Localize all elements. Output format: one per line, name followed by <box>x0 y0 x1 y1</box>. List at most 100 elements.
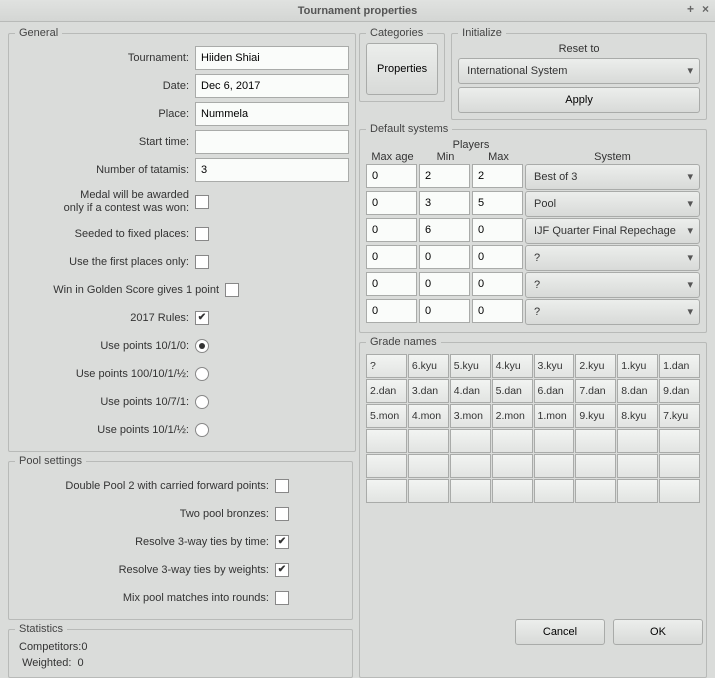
system-select[interactable]: IJF Quarter Final Repechage <box>525 218 700 244</box>
system-select[interactable]: ? <box>525 272 700 298</box>
maxage-input[interactable] <box>366 164 417 188</box>
maxage-input[interactable] <box>366 272 417 296</box>
grade-cell[interactable]: 9.dan <box>659 379 700 403</box>
grade-cell[interactable]: 6.kyu <box>408 354 449 378</box>
grade-cell[interactable]: 2.kyu <box>575 354 616 378</box>
grade-cell[interactable] <box>617 479 658 503</box>
grade-cell[interactable]: 2.mon <box>492 404 533 428</box>
grade-cell[interactable]: 9.kyu <box>575 404 616 428</box>
ok-button[interactable]: OK <box>613 619 703 645</box>
min-input[interactable] <box>419 299 470 323</box>
grade-cell[interactable]: 8.kyu <box>617 404 658 428</box>
max-input[interactable] <box>472 164 523 188</box>
grade-cell[interactable] <box>408 429 449 453</box>
grade-cell[interactable]: 5.dan <box>492 379 533 403</box>
grade-cell[interactable]: 4.kyu <box>492 354 533 378</box>
grade-cell[interactable]: 3.mon <box>450 404 491 428</box>
mixpool-checkbox[interactable] <box>275 591 289 605</box>
seeded-checkbox[interactable] <box>195 227 209 241</box>
close-icon[interactable]: × <box>702 2 709 16</box>
grade-cell[interactable]: 6.dan <box>534 379 575 403</box>
grade-cell[interactable] <box>450 479 491 503</box>
minimize-icon[interactable]: + <box>687 2 694 16</box>
grade-cell[interactable] <box>366 454 407 478</box>
system-select[interactable]: ? <box>525 245 700 271</box>
points-1010-radio[interactable] <box>195 339 209 353</box>
grade-cell[interactable]: 5.mon <box>366 404 407 428</box>
grade-cell[interactable] <box>366 429 407 453</box>
grade-cell[interactable] <box>617 429 658 453</box>
maxage-input[interactable] <box>366 218 417 242</box>
grade-cell[interactable] <box>408 454 449 478</box>
grade-cell[interactable]: 1.mon <box>534 404 575 428</box>
grade-cell[interactable] <box>659 454 700 478</box>
min-input[interactable] <box>419 218 470 242</box>
grade-cell[interactable]: 8.dan <box>617 379 658 403</box>
maxage-input[interactable] <box>366 299 417 323</box>
grade-cell[interactable] <box>366 479 407 503</box>
grade-cell[interactable] <box>492 454 533 478</box>
min-input[interactable] <box>419 272 470 296</box>
min-input[interactable] <box>419 191 470 215</box>
grade-cell[interactable] <box>534 454 575 478</box>
points-1001012-radio[interactable] <box>195 367 209 381</box>
resolve-time-checkbox[interactable]: ✔ <box>275 535 289 549</box>
min-input[interactable] <box>419 245 470 269</box>
cancel-button[interactable]: Cancel <box>515 619 605 645</box>
system-select[interactable]: Pool <box>525 191 700 217</box>
doublepool-checkbox[interactable] <box>275 479 289 493</box>
max-input[interactable] <box>472 299 523 323</box>
max-input[interactable] <box>472 191 523 215</box>
tatamis-input[interactable] <box>195 158 349 182</box>
max-input[interactable] <box>472 218 523 242</box>
categories-legend: Categories <box>366 27 427 39</box>
grade-cell[interactable] <box>450 429 491 453</box>
grade-cell[interactable]: 7.dan <box>575 379 616 403</box>
max-input[interactable] <box>472 272 523 296</box>
resolve-weight-checkbox[interactable]: ✔ <box>275 563 289 577</box>
min-input[interactable] <box>419 164 470 188</box>
grade-cell[interactable] <box>408 479 449 503</box>
grade-cell[interactable]: 1.dan <box>659 354 700 378</box>
grade-cell[interactable]: ? <box>366 354 407 378</box>
initialize-system-select[interactable]: International System <box>458 58 700 84</box>
grade-cell[interactable]: 2.dan <box>366 379 407 403</box>
grade-cell[interactable] <box>575 479 616 503</box>
max-header: Max <box>472 151 525 163</box>
system-select[interactable]: ? <box>525 299 700 325</box>
points-1071-radio[interactable] <box>195 395 209 409</box>
grade-cell[interactable] <box>492 479 533 503</box>
grade-cell[interactable] <box>575 454 616 478</box>
grade-cell[interactable] <box>492 429 533 453</box>
date-input[interactable] <box>195 74 349 98</box>
grade-cell[interactable]: 4.dan <box>450 379 491 403</box>
system-select[interactable]: Best of 3 <box>525 164 700 190</box>
start-time-input[interactable] <box>195 130 349 154</box>
place-input[interactable] <box>195 102 349 126</box>
grade-cell[interactable] <box>659 479 700 503</box>
grade-cell[interactable]: 4.mon <box>408 404 449 428</box>
twobronze-checkbox[interactable] <box>275 507 289 521</box>
grade-cell[interactable] <box>534 429 575 453</box>
rules-checkbox[interactable]: ✔ <box>195 311 209 325</box>
maxage-input[interactable] <box>366 245 417 269</box>
grade-cell[interactable] <box>450 454 491 478</box>
grade-cell[interactable] <box>659 429 700 453</box>
max-input[interactable] <box>472 245 523 269</box>
grade-cell[interactable]: 7.kyu <box>659 404 700 428</box>
grade-cell[interactable]: 3.dan <box>408 379 449 403</box>
grade-cell[interactable]: 1.kyu <box>617 354 658 378</box>
grade-cell[interactable] <box>617 454 658 478</box>
grade-cell[interactable] <box>534 479 575 503</box>
golden-checkbox[interactable] <box>225 283 239 297</box>
firstplaces-checkbox[interactable] <box>195 255 209 269</box>
tournament-input[interactable] <box>195 46 349 70</box>
points-1012-radio[interactable] <box>195 423 209 437</box>
properties-button[interactable]: Properties <box>366 43 438 95</box>
grade-cell[interactable]: 3.kyu <box>534 354 575 378</box>
maxage-input[interactable] <box>366 191 417 215</box>
medal-checkbox[interactable] <box>195 195 209 209</box>
grade-cell[interactable] <box>575 429 616 453</box>
grade-cell[interactable]: 5.kyu <box>450 354 491 378</box>
apply-button[interactable]: Apply <box>458 87 700 113</box>
